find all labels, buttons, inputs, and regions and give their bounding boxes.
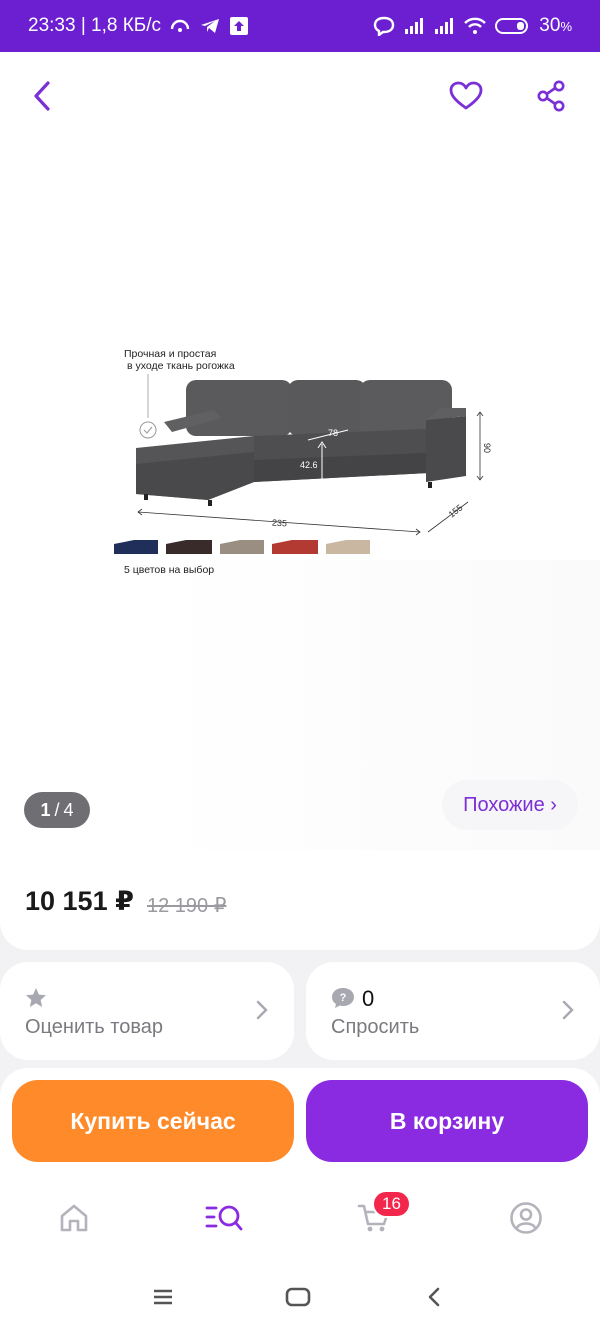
chat-icon <box>373 16 395 36</box>
favorite-button[interactable] <box>446 76 486 116</box>
profile-icon <box>510 1202 542 1234</box>
signal-icon-2 <box>433 17 455 35</box>
star-icon <box>26 988 46 1007</box>
back-button[interactable] <box>26 76 58 116</box>
telegram-icon <box>199 17 221 35</box>
square-icon <box>285 1287 311 1307</box>
battery-icon <box>495 17 531 35</box>
rate-label: Оценить товар <box>25 1016 163 1038</box>
current-price: 10 151 ₽ <box>25 886 134 916</box>
svg-text:?: ? <box>340 992 347 1004</box>
buy-now-button[interactable]: Купить сейчас <box>12 1080 294 1162</box>
back-arrow-icon <box>428 1287 440 1307</box>
status-right: 30% <box>373 15 572 37</box>
home-icon <box>60 1204 88 1232</box>
similar-button[interactable]: Похожие › <box>442 780 578 830</box>
chevron-left-icon <box>34 81 50 111</box>
catalog-search-icon <box>205 1205 243 1231</box>
hotspot-icon <box>169 17 191 35</box>
menu-nav-button[interactable] <box>143 1280 183 1314</box>
status-left: 23:33 | 1,8 КБ/с <box>28 15 249 37</box>
fabric-caption: Прочная и простая в уходе ткань рогожка <box>124 348 235 372</box>
status-time: 23:33 | 1,8 КБ/с <box>28 15 162 36</box>
counter-current: 1 <box>40 799 51 820</box>
old-price: 12 190 ₽ <box>147 895 227 917</box>
rate-product-card[interactable]: Оценить товар <box>0 962 294 1060</box>
questions-count: 0 <box>362 986 375 1011</box>
top-bar <box>0 52 600 140</box>
tab-home[interactable] <box>50 1196 98 1240</box>
battery-level: 30% <box>539 15 572 36</box>
counter-separator: / <box>54 799 60 820</box>
image-counter: 1 / 4 <box>24 792 90 828</box>
tab-catalog[interactable] <box>200 1196 248 1240</box>
color-swatches <box>114 540 370 554</box>
tab-profile[interactable] <box>502 1196 550 1240</box>
back-nav-button[interactable] <box>414 1280 454 1314</box>
ask-label: Спросить <box>331 1016 420 1038</box>
question-bubble-icon: ? <box>332 988 354 1008</box>
add-to-cart-button[interactable]: В корзину <box>306 1080 588 1162</box>
share-icon <box>537 80 565 112</box>
signal-icon <box>403 17 425 35</box>
home-nav-button[interactable] <box>278 1280 318 1314</box>
bottom-tab-bar: 16 <box>0 1176 600 1262</box>
chevron-right-icon <box>562 1000 574 1020</box>
menu-icon <box>154 1289 172 1305</box>
heart-icon <box>449 81 483 110</box>
counter-total: 4 <box>63 799 74 820</box>
product-gallery[interactable]: Прочная и простая в уходе ткань рогожка … <box>0 140 600 850</box>
dim-height: 90 <box>482 442 493 454</box>
price-section: 10 151 ₽ 12 190 ₽ <box>0 850 600 950</box>
dim-seat-height: 42.6 <box>300 460 318 470</box>
colors-caption: 5 цветов на выбор <box>124 564 215 576</box>
upload-icon <box>229 16 249 36</box>
dim-width: 235 <box>271 517 288 529</box>
ask-question-card[interactable]: ? 0 Спросить <box>306 962 600 1060</box>
dim-depth: 78 <box>328 428 339 438</box>
system-nav-bar <box>0 1262 600 1332</box>
action-panel: Купить сейчас В корзину <box>0 1068 600 1176</box>
share-button[interactable] <box>531 76 571 116</box>
cart-badge: 16 <box>372 1190 411 1218</box>
fabric-caption-line1: Прочная и простая <box>124 348 217 360</box>
wifi-icon <box>463 17 487 35</box>
status-bar: 23:33 | 1,8 КБ/с 30% <box>0 0 600 52</box>
fabric-caption-line2: в уходе ткань рогожка <box>127 360 235 372</box>
chevron-right-icon <box>256 1000 268 1020</box>
